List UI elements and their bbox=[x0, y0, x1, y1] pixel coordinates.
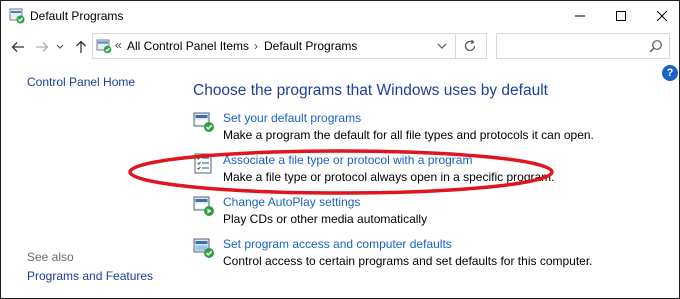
associate-file-type-description: Make a file type or protocol always open… bbox=[223, 170, 555, 184]
set-default-programs-link[interactable]: Set your default programs bbox=[223, 111, 361, 125]
list-item-associate-file-type: Associate a file type or protocol with a… bbox=[193, 153, 663, 193]
close-button[interactable] bbox=[639, 1, 679, 31]
minimize-button[interactable] bbox=[557, 1, 603, 31]
file-association-icon bbox=[193, 153, 215, 175]
address-divider bbox=[455, 34, 456, 58]
search-input[interactable] bbox=[496, 33, 670, 59]
page-title: Choose the programs that Windows uses by… bbox=[193, 82, 548, 99]
address-overflow-chevron[interactable]: « bbox=[115, 38, 122, 52]
control-panel-home-link[interactable]: Control Panel Home bbox=[27, 75, 135, 89]
set-default-programs-description: Make a program the default for all file … bbox=[223, 128, 594, 142]
list-item-program-access: Set program access and computer defaults… bbox=[193, 237, 663, 277]
address-dropdown-chevron-icon[interactable] bbox=[437, 42, 447, 50]
autoplay-description: Play CDs or other media automatically bbox=[223, 212, 428, 226]
help-icon[interactable]: ? bbox=[662, 65, 678, 81]
see-also-label: See also bbox=[27, 250, 74, 264]
default-programs-window: Default Programs « All Control Panel Ite… bbox=[0, 0, 680, 299]
maximize-button[interactable] bbox=[598, 1, 644, 31]
maximize-icon bbox=[616, 11, 626, 21]
control-panel-location-icon bbox=[96, 38, 112, 54]
program-access-link[interactable]: Set program access and computer defaults bbox=[223, 237, 452, 251]
programs-and-features-link[interactable]: Programs and Features bbox=[27, 269, 153, 283]
default-programs-app-icon bbox=[9, 8, 25, 24]
address-bar[interactable]: « All Control Panel Items › Default Prog… bbox=[92, 33, 487, 59]
default-programs-icon bbox=[193, 111, 215, 133]
title-bar[interactable]: Default Programs bbox=[1, 1, 679, 31]
breadcrumb-separator-icon[interactable]: › bbox=[254, 39, 258, 53]
recent-locations-chevron-icon[interactable] bbox=[55, 40, 65, 54]
autoplay-icon bbox=[193, 195, 215, 217]
change-autoplay-settings-link[interactable]: Change AutoPlay settings bbox=[223, 195, 360, 209]
breadcrumb-all-control-panel-items[interactable]: All Control Panel Items bbox=[127, 39, 249, 53]
close-icon bbox=[657, 11, 667, 21]
search-icon bbox=[649, 40, 662, 53]
list-item-autoplay: Change AutoPlay settings Play CDs or oth… bbox=[193, 195, 663, 235]
minimize-icon bbox=[575, 15, 585, 17]
program-access-description: Control access to certain programs and s… bbox=[223, 254, 593, 268]
forward-arrow-icon[interactable] bbox=[35, 40, 49, 54]
navigation-bar: « All Control Panel Items › Default Prog… bbox=[1, 31, 679, 63]
refresh-icon[interactable] bbox=[463, 39, 477, 53]
program-access-icon bbox=[193, 237, 215, 259]
list-item-set-default-programs: Set your default programs Make a program… bbox=[193, 111, 663, 151]
window-title: Default Programs bbox=[30, 9, 124, 23]
associate-file-type-link[interactable]: Associate a file type or protocol with a… bbox=[223, 153, 472, 167]
back-arrow-icon[interactable] bbox=[11, 40, 25, 54]
breadcrumb-default-programs[interactable]: Default Programs bbox=[264, 39, 357, 53]
up-arrow-icon[interactable] bbox=[74, 40, 88, 54]
